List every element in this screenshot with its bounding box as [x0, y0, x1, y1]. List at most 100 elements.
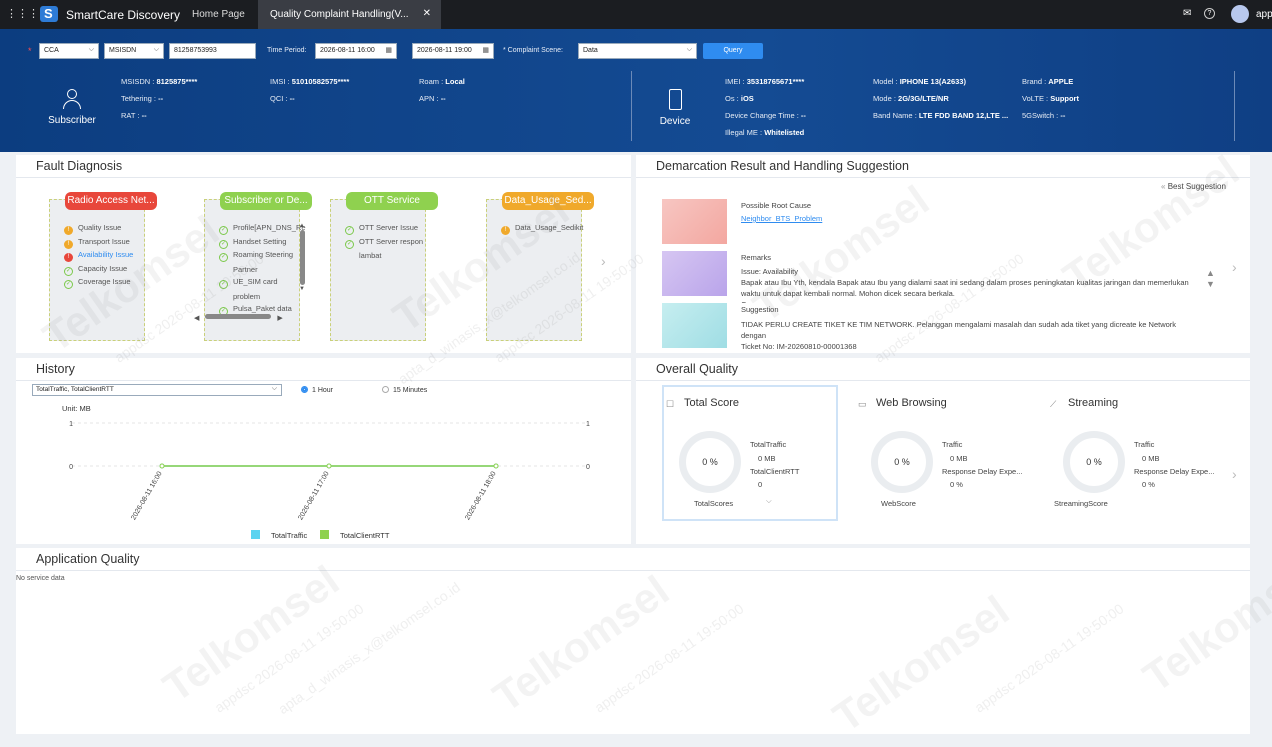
check-icon: ✓: [345, 226, 354, 235]
metric-value: 0 MB: [758, 454, 776, 463]
device-field: Os : iOS: [725, 94, 754, 103]
demarcation-panel: Demarcation Result and Handling Suggesti…: [636, 155, 1250, 353]
panel-title: Application Quality: [36, 552, 140, 566]
panel-title: History: [36, 362, 75, 376]
fault-card-title[interactable]: Subscriber or De...: [220, 192, 312, 210]
fault-diagnosis-panel: Fault Diagnosis Radio Access Net...! Qual…: [16, 155, 631, 353]
fault-item[interactable]: ! Availability Issue: [64, 250, 133, 262]
tab-home[interactable]: Home Page: [180, 0, 257, 29]
fault-item-label: UE_SIM card: [233, 277, 278, 286]
radio-15-minutes[interactable]: 15 Minutes: [382, 386, 427, 394]
fault-item[interactable]: ! Quality Issue: [64, 223, 121, 235]
start-time-input[interactable]: 2026-08-11 16:00 ▦: [315, 43, 397, 59]
scrollbar[interactable]: ▲ ▼: [299, 223, 306, 313]
fault-item[interactable]: ✓ OTT Server respon: [345, 237, 423, 249]
device-field: Band Name : LTE FDD BAND 12,LTE ...: [873, 111, 1008, 120]
fault-item[interactable]: ✓ Handset Setting: [219, 237, 286, 249]
warning-icon: !: [501, 226, 510, 235]
help-icon[interactable]: ?: [1204, 8, 1215, 19]
device-field: Model : IPHONE 13(A2633): [873, 77, 966, 86]
error-icon: !: [64, 253, 73, 262]
fault-item-label: Capacity Issue: [78, 263, 128, 273]
fault-item-label: Handset Setting: [233, 236, 287, 246]
subscriber-field: MSISDN : 8125875****: [121, 77, 197, 86]
service-type-select[interactable]: CCA ⌵: [39, 43, 99, 59]
close-icon[interactable]: ✕: [423, 8, 431, 19]
x-tick-label: 2026-08-11 17:00: [297, 470, 330, 521]
fault-item-label: OTT Server Issue: [359, 223, 419, 232]
history-panel: History TotalTraffic, TotalClientRTT ⌵ 1 …: [16, 358, 631, 544]
legend-swatch: [251, 530, 260, 539]
avatar[interactable]: [1231, 5, 1249, 23]
suggestion-icon: [662, 303, 727, 348]
fault-card-title[interactable]: Data_Usage_Sed...: [502, 192, 594, 210]
subscriber-block: Subscriber: [42, 89, 102, 126]
device-field: IMEI : 35318765671****: [725, 77, 804, 86]
fault-card[interactable]: [486, 199, 582, 341]
check-icon: ✓: [219, 280, 228, 289]
app-grid-icon[interactable]: ⋮⋮⋮: [6, 7, 39, 20]
check-icon: ✓: [64, 280, 73, 289]
application-quality-panel: Application Quality No service data: [16, 548, 1250, 734]
chevron-right-icon[interactable]: ›: [1232, 259, 1237, 275]
tab-quality-complaint[interactable]: Quality Complaint Handling(V... ✕: [258, 0, 441, 29]
fault-item-label: lambat: [359, 251, 382, 260]
calendar-icon: ▦: [482, 47, 489, 54]
fault-card-title[interactable]: Radio Access Net...: [65, 192, 157, 210]
scroll-arrows[interactable]: ▲ ▼: [1206, 268, 1215, 290]
radio-1-hour[interactable]: 1 Hour: [301, 386, 333, 394]
mail-icon[interactable]: ✉: [1183, 8, 1191, 19]
fault-item[interactable]: lambat: [345, 250, 382, 260]
chevron-right-icon[interactable]: ›: [601, 253, 606, 269]
chevron-down-icon: ⌵: [153, 46, 159, 53]
check-icon: ✓: [219, 253, 228, 262]
metric-value: 0 %: [950, 480, 963, 489]
divider: [16, 177, 631, 178]
chevron-right-icon[interactable]: ›: [1232, 466, 1237, 482]
panel-title: Demarcation Result and Handling Suggesti…: [656, 159, 909, 173]
fault-item[interactable]: ✓ OTT Server Issue: [345, 223, 418, 235]
query-header: * CCA ⌵ MSISDN ⌵ 81258753993 Time Period: …: [0, 29, 1272, 152]
fault-item[interactable]: ✓ Capacity Issue: [64, 264, 127, 276]
fault-item[interactable]: Partner: [219, 264, 258, 274]
metric-select[interactable]: TotalTraffic, TotalClientRTT ⌵: [32, 384, 282, 396]
fault-item[interactable]: ✓ Roaming Steering: [219, 250, 293, 262]
remarks-label: Remarks: [741, 253, 772, 262]
top-bar: ⋮⋮⋮ SmartCare Discovery Home Page Qualit…: [0, 0, 1272, 29]
root-cause-icon: [662, 199, 727, 244]
fault-item[interactable]: ! Data_Usage_Sedikit: [501, 223, 583, 235]
divider: [636, 177, 1250, 178]
check-icon: ✓: [64, 266, 73, 276]
field-value: 8125875****: [156, 77, 198, 86]
time-period-label: Time Period:: [267, 47, 307, 54]
field-value: Support: [1050, 94, 1079, 103]
chevron-down-icon[interactable]: ⌵: [766, 496, 772, 506]
metric-value: 0 %: [1142, 480, 1155, 489]
fault-item[interactable]: problem: [219, 291, 260, 301]
complaint-scene-select[interactable]: Data ⌵: [578, 43, 697, 59]
field-key: QCI :: [270, 94, 288, 103]
id-type-select[interactable]: MSISDN ⌵: [104, 43, 164, 59]
user-name[interactable]: appd: [1256, 9, 1272, 20]
device-field: 5GSwitch : --: [1022, 111, 1065, 120]
fault-item-label: Roaming Steering: [233, 250, 294, 259]
fault-item[interactable]: ✓ Coverage Issue: [64, 277, 131, 289]
field-key: Brand :: [1022, 77, 1047, 86]
fault-card-title[interactable]: OTT Service: [346, 192, 438, 210]
chart-icon: ⟋: [1050, 399, 1057, 409]
x-tick-label: 2026-08-11 16:00: [130, 470, 163, 521]
fault-item-label: OTT Server respon: [359, 236, 424, 246]
warning-icon: !: [64, 239, 73, 249]
horizontal-scrollbar[interactable]: ◀ ▶: [194, 314, 292, 323]
root-cause-link[interactable]: Neighbor_BTS_Problem: [741, 214, 822, 223]
fault-card[interactable]: [330, 199, 426, 341]
best-suggestion-link[interactable]: « Best Suggestion: [1161, 182, 1226, 191]
end-time-input[interactable]: 2026-08-11 19:00 ▦: [412, 43, 494, 59]
fault-item[interactable]: ! Transport Issue: [64, 237, 130, 249]
fault-item[interactable]: ✓ Profile[APN_DNS_Re: [219, 223, 306, 235]
empty-state-text: No service data: [16, 575, 65, 582]
query-button[interactable]: Query: [703, 43, 763, 59]
msisdn-input[interactable]: 81258753993: [169, 43, 256, 59]
fault-item[interactable]: ✓ UE_SIM card: [219, 277, 278, 289]
radio-label: 1 Hour: [312, 387, 334, 394]
